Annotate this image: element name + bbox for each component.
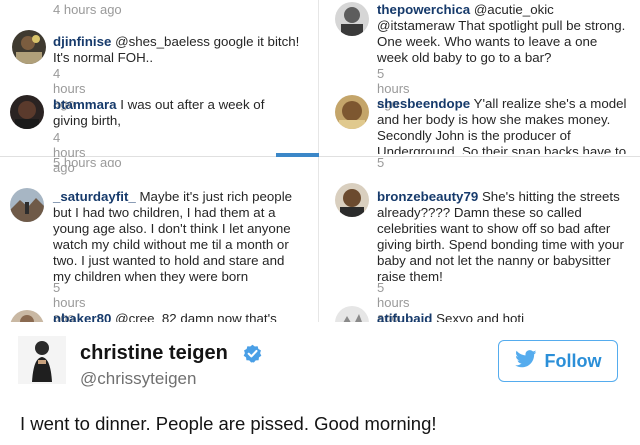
avatar [335,183,369,217]
timestamp: 5 hours ago [377,155,385,167]
instagram-comments-collage: 4 hours ago djinfinise @shes_baeless goo… [0,0,640,322]
display-name[interactable]: christine teigen [80,342,228,365]
username[interactable]: djinfinise [53,34,111,49]
timestamp: 4 hours ago [53,2,122,17]
follow-button[interactable]: Follow [498,340,618,382]
avatar [10,310,44,322]
tweet-card: christine teigen @chrissyteigen Follow I… [0,322,640,445]
scroll-indicator [276,153,319,157]
username[interactable]: thepowerchica [377,2,470,17]
username[interactable]: shesbeendope [377,96,470,111]
avatar [12,30,46,64]
profile-avatar[interactable] [18,336,66,384]
twitter-bird-icon [514,349,537,373]
handle[interactable]: @chrissyteigen [80,369,196,389]
comment-text: Sexyo and hoti [436,311,525,322]
avatar [10,188,44,222]
username[interactable]: nbaker80 [53,311,111,322]
verified-badge-icon [243,344,262,363]
avatar [10,95,44,129]
avatar [335,306,369,322]
username[interactable]: btammara [53,97,117,112]
column-divider [318,0,319,322]
timestamp: 5 hours ago [53,155,122,167]
username[interactable]: atifubaid [377,311,432,322]
username[interactable]: bronzebeauty79 [377,189,478,204]
username[interactable]: _saturdayfit_ [53,189,136,204]
avatar [335,2,369,36]
avatar [335,95,369,129]
follow-label: Follow [544,350,602,371]
tweet-meta-cropped [42,439,222,445]
tweet-text: I went to dinner. People are pissed. Goo… [20,413,437,434]
timestamp: 4 hours ago [53,130,86,175]
